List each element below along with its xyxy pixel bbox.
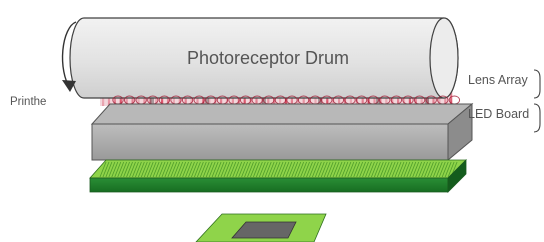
lens-array-callout: Lens Array: [468, 69, 541, 99]
photoreceptor-drum: Photoreceptor Drum: [69, 17, 459, 99]
led-board-callout: LED Board: [468, 103, 541, 133]
housing-top: [90, 103, 474, 125]
chip-module: [195, 213, 327, 242]
drum-label: Photoreceptor Drum: [187, 48, 349, 68]
printhead-label: Printhe: [10, 96, 46, 108]
circuit-board: [89, 159, 467, 193]
drum-end-cap: [429, 17, 459, 99]
pcb-front: [89, 177, 449, 193]
lens-array-label: Lens Array: [468, 73, 529, 87]
led-board-label: LED Board: [468, 107, 529, 121]
housing-front: [91, 123, 449, 161]
led-board-housing: [90, 102, 474, 162]
printhead-diagram: Photoreceptor Drum Printhe Lens Array LE…: [10, 17, 541, 242]
